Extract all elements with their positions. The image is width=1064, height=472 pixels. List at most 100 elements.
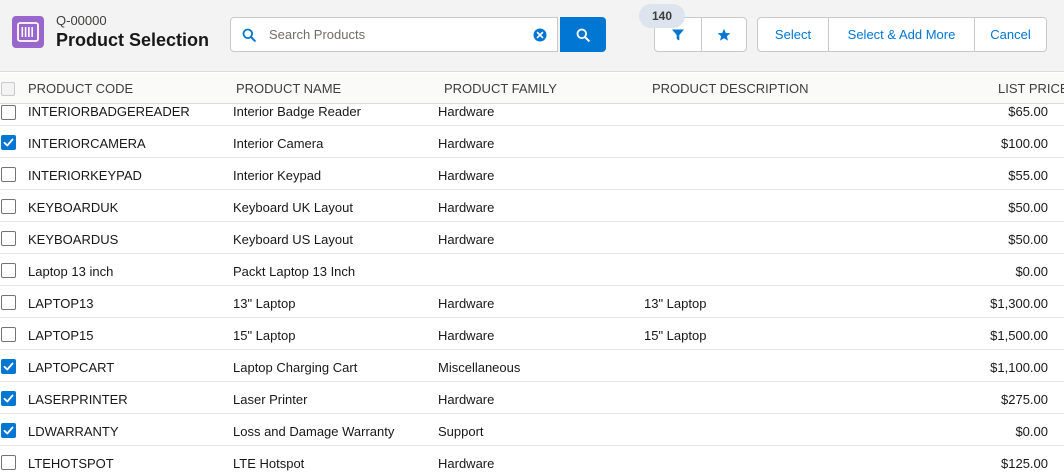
product-family-cell: Miscellaneous [438, 360, 521, 375]
table-row[interactable]: LASERPRINTER Laser Printer Hardware $275.00 [0, 382, 1064, 414]
row-checkbox[interactable] [1, 391, 16, 406]
product-code-cell: LAPTOP15 [28, 328, 94, 343]
product-family-cell: Hardware [438, 456, 495, 471]
table-row[interactable]: LAPTOP13 13" Laptop Hardware 13" Laptop $1,3… [0, 286, 1064, 318]
product-code-cell: KEYBOARDUS [28, 232, 119, 247]
table-row[interactable]: Laptop 13 inch Packt Laptop 13 Inch $0.00 [0, 254, 1064, 286]
clear-search-icon[interactable] [533, 28, 547, 47]
product-family-cell: Hardware [438, 296, 495, 311]
table-row[interactable]: INTERIORKEYPAD Interior Keypad Hardware $55… [0, 158, 1064, 190]
column-header-product-code[interactable]: PRODUCT CODE [28, 81, 133, 96]
product-name-cell: Laser Printer [233, 392, 308, 407]
list-price-cell: $1,100.00 [990, 360, 1048, 375]
table-row[interactable]: LAPTOPCART Laptop Charging Cart Miscellane… [0, 350, 1064, 382]
select-add-more-button[interactable]: Select & Add More [828, 18, 974, 51]
product-code-cell: INTERIORKEYPAD [28, 168, 142, 183]
select-all-checkbox[interactable] [1, 82, 15, 96]
favorite-button[interactable] [700, 18, 747, 51]
page-title: Product Selection [56, 30, 210, 50]
column-header-list-price[interactable]: LIST PRICE [998, 81, 1064, 96]
row-checkbox[interactable] [1, 231, 16, 246]
record-id: Q-00000 [56, 13, 107, 28]
checkmark-icon [3, 394, 14, 403]
table-header: PRODUCT CODE PRODUCT NAME PRODUCT FAMILY… [0, 73, 1064, 104]
product-name-cell: Packt Laptop 13 Inch [233, 264, 356, 279]
search-box [230, 17, 558, 52]
product-code-cell: Laptop 13 inch [28, 264, 114, 279]
action-button-group: Select Select & Add More Cancel [757, 17, 1047, 52]
product-name-cell: Interior Camera [233, 136, 324, 151]
search-button[interactable] [560, 17, 606, 52]
product-code-cell: INTERIORCAMERA [28, 136, 146, 151]
list-price-cell: $0.00 [1015, 424, 1048, 439]
list-price-cell: $50.00 [1008, 200, 1048, 215]
checkmark-icon [3, 426, 14, 435]
product-name-cell: LTE Hotspot [233, 456, 305, 471]
product-description-cell: 13" Laptop [644, 296, 707, 311]
row-checkbox[interactable] [1, 423, 16, 438]
row-checkbox[interactable] [1, 167, 16, 182]
row-checkbox[interactable] [1, 263, 16, 278]
select-button[interactable]: Select [758, 18, 828, 51]
product-name-cell: Interior Keypad [233, 168, 322, 183]
star-icon [717, 28, 731, 41]
list-price-cell: $125.00 [1001, 456, 1048, 471]
product-code-cell: KEYBOARDUK [28, 200, 119, 215]
row-checkbox[interactable] [1, 359, 16, 374]
row-checkbox[interactable] [1, 105, 16, 120]
product-name-cell: Keyboard UK Layout [233, 200, 353, 215]
column-header-product-family[interactable]: PRODUCT FAMILY [444, 81, 557, 96]
product-name-cell: Loss and Damage Warranty [233, 424, 395, 439]
table-row[interactable]: KEYBOARDUS Keyboard US Layout Hardware $50.… [0, 222, 1064, 254]
product-family-cell: Hardware [438, 232, 495, 247]
product-name-cell: Laptop Charging Cart [233, 360, 358, 375]
list-price-cell: $55.00 [1008, 168, 1048, 183]
list-price-cell: $1,300.00 [990, 296, 1048, 311]
row-checkbox[interactable] [1, 199, 16, 214]
table-row[interactable]: KEYBOARDUK Keyboard UK Layout Hardware $50.… [0, 190, 1064, 222]
table-row[interactable]: LAPTOP15 15" Laptop Hardware 15" Laptop $1,5… [0, 318, 1064, 350]
product-family-cell: Support [438, 424, 484, 439]
price-book-icon [12, 16, 44, 48]
table-row[interactable]: INTERIORCAMERA Interior Camera Hardware $10… [0, 126, 1064, 158]
search-icon [242, 28, 256, 47]
list-price-cell: $0.00 [1015, 264, 1048, 279]
product-table-body: INTERIORBADGEREADER Interior Badge Reader… [0, 104, 1064, 472]
cancel-button[interactable]: Cancel [974, 18, 1046, 51]
table-row[interactable]: LTEHOTSPOT LTE Hotspot Hardware $125.00 [0, 446, 1064, 472]
product-code-cell: INTERIORBADGEREADER [28, 104, 190, 119]
table-row[interactable]: LDWARRANTY Loss and Damage Warranty Suppor… [0, 414, 1064, 446]
product-code-cell: LASERPRINTER [28, 392, 128, 407]
row-checkbox[interactable] [1, 135, 16, 150]
column-header-product-description[interactable]: PRODUCT DESCRIPTION [652, 81, 809, 96]
table-row[interactable]: INTERIORBADGEREADER Interior Badge Reader… [0, 104, 1064, 126]
product-name-cell: Interior Badge Reader [233, 104, 361, 119]
list-price-cell: $1,500.00 [990, 328, 1048, 343]
product-family-cell: Hardware [438, 136, 495, 151]
product-family-cell: Hardware [438, 392, 495, 407]
search-input[interactable] [269, 19, 524, 50]
product-code-cell: LAPTOPCART [28, 360, 115, 375]
column-header-product-name[interactable]: PRODUCT NAME [236, 81, 341, 96]
row-checkbox[interactable] [1, 455, 16, 470]
product-family-cell: Hardware [438, 328, 495, 343]
list-price-cell: $275.00 [1001, 392, 1048, 407]
product-family-cell: Hardware [438, 200, 495, 215]
search-icon [576, 28, 590, 42]
list-price-cell: $65.00 [1008, 104, 1048, 119]
page-header: Q-00000 Product Selection 140 [0, 0, 1064, 72]
product-code-cell: LDWARRANTY [28, 424, 119, 439]
product-family-cell: Hardware [438, 104, 495, 119]
product-name-cell: 13" Laptop [233, 296, 296, 311]
product-description-cell: 15" Laptop [644, 328, 707, 343]
row-checkbox[interactable] [1, 295, 16, 310]
checkmark-icon [3, 362, 14, 371]
result-count-badge: 140 [639, 4, 685, 28]
list-price-cell: $100.00 [1001, 136, 1048, 151]
product-name-cell: 15" Laptop [233, 328, 296, 343]
product-code-cell: LAPTOP13 [28, 296, 94, 311]
product-code-cell: LTEHOTSPOT [28, 456, 114, 471]
list-price-cell: $50.00 [1008, 232, 1048, 247]
filter-icon [671, 29, 684, 40]
row-checkbox[interactable] [1, 327, 16, 342]
